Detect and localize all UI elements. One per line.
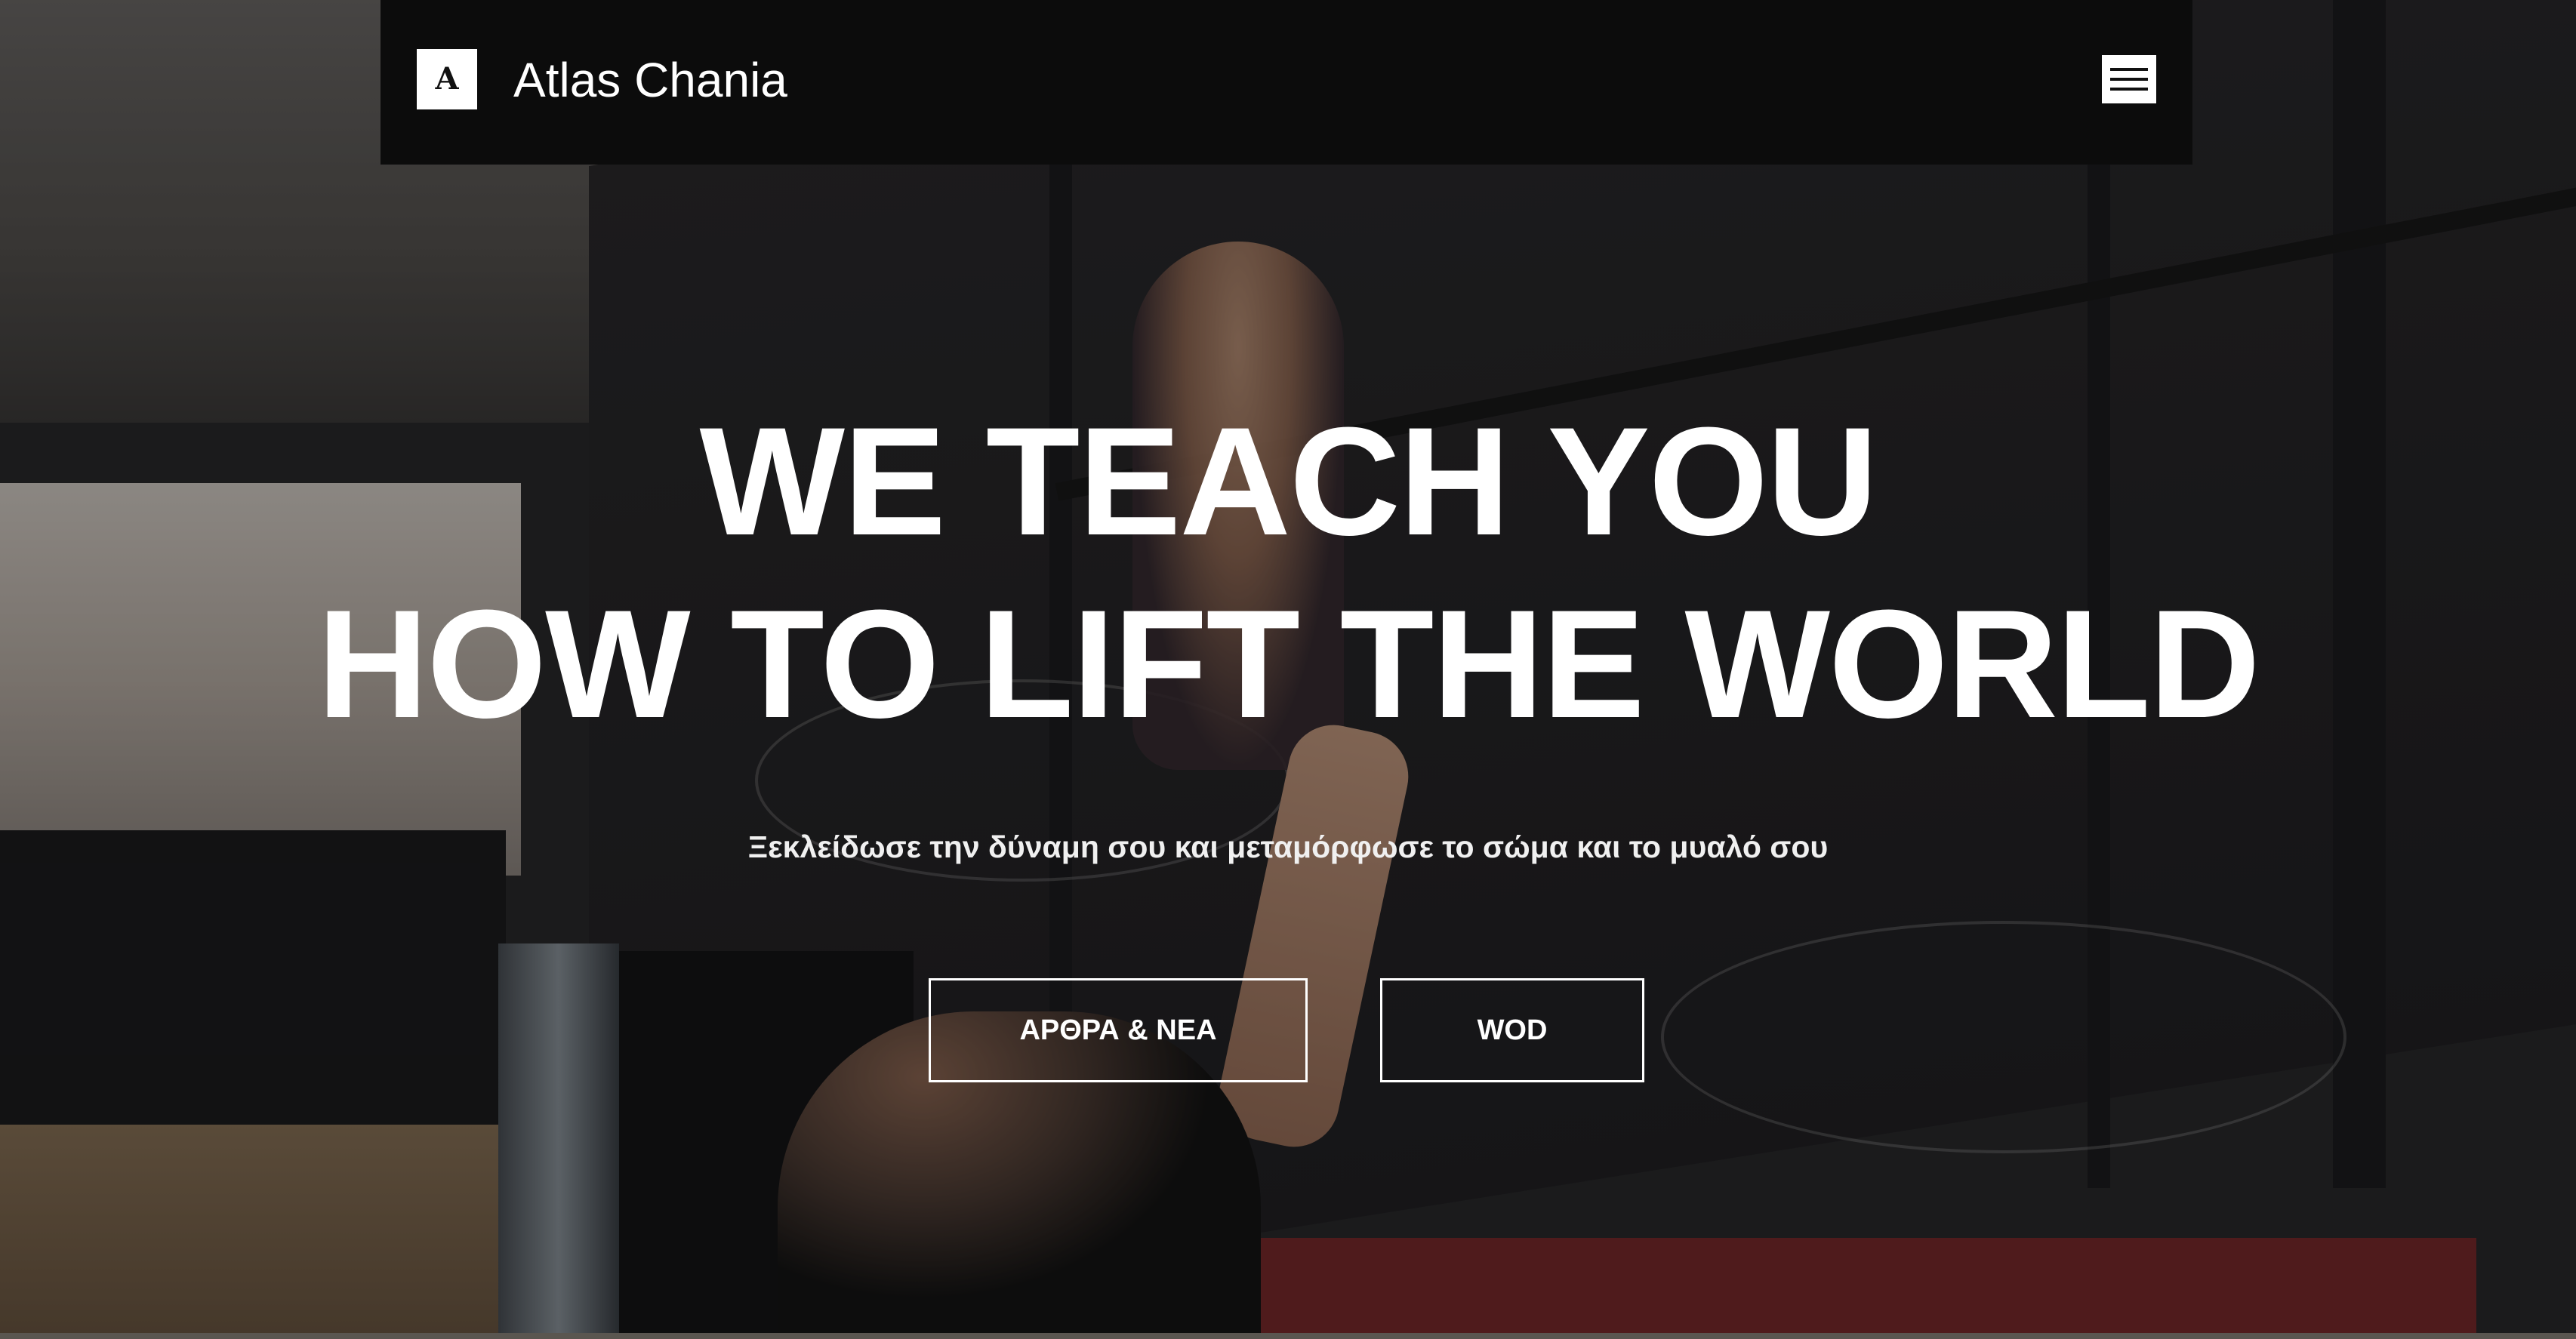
site-logo[interactable]: A bbox=[417, 49, 477, 109]
page: A Atlas Chania WE TEACH YOU HOW TO LIFT … bbox=[0, 0, 2576, 1339]
hamburger-menu-icon[interactable] bbox=[2102, 55, 2156, 103]
articles-news-button[interactable]: ΑΡΘΡΑ & ΝΕΑ bbox=[929, 978, 1308, 1082]
site-title[interactable]: Atlas Chania bbox=[513, 50, 787, 110]
wod-button[interactable]: WOD bbox=[1380, 978, 1644, 1082]
logo-icon: A bbox=[435, 61, 459, 97]
hero-title-line-1: WE TEACH YOU bbox=[699, 396, 1878, 568]
bottom-divider bbox=[0, 1333, 2576, 1339]
site-header: A Atlas Chania bbox=[381, 0, 2192, 165]
hero-subtitle: Ξεκλείδωσε την δύναμη σου και μεταμόρφωσ… bbox=[747, 830, 1829, 864]
hero-title-line-2: HOW TO LIFT THE WORLD bbox=[317, 578, 2260, 750]
